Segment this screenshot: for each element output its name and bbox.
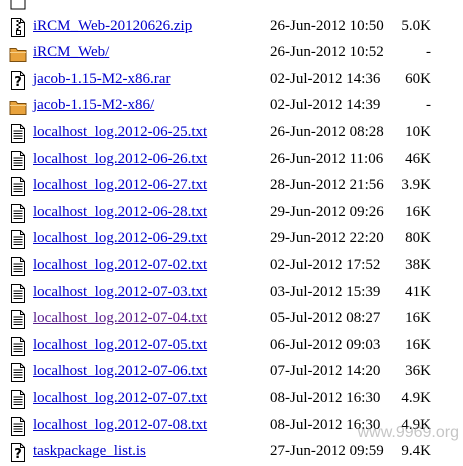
- text-file-icon: [9, 283, 27, 303]
- file-size: 4.9K: [401, 389, 431, 406]
- file-link[interactable]: localhost_log.2012-07-03.txt: [33, 284, 207, 301]
- text-file-icon: [9, 150, 27, 170]
- text-file-icon: [9, 336, 27, 356]
- file-row: ? jacob-1.15-M2-x86.rar 02-Jul-2012 14:36 6…: [0, 67, 463, 94]
- text-file-icon: [9, 230, 27, 250]
- file-date: 05-Jul-2012 08:27: [270, 310, 381, 327]
- file-listing: iRCM_Web-20120626.zip 26-Jun-2012 10:50 5.…: [0, 0, 463, 466]
- file-link[interactable]: iRCM_Web-20120626.zip: [33, 18, 192, 35]
- file-row: localhost_log.2012-07-04.txt 05-Jul-2012 …: [0, 306, 463, 333]
- file-row: localhost_log.2012-07-07.txt 08-Jul-2012 …: [0, 386, 463, 413]
- file-date: 06-Jul-2012 09:03: [270, 336, 381, 353]
- file-row: localhost_log.2012-07-02.txt 02-Jul-2012 …: [0, 253, 463, 280]
- file-row: localhost_log.2012-06-26.txt 26-Jun-2012 …: [0, 147, 463, 174]
- file-row: localhost_log.2012-07-08.txt 08-Jul-2012 …: [0, 413, 463, 440]
- svg-text:?: ?: [14, 75, 22, 90]
- file-date: 27-Jun-2012 09:59: [270, 443, 384, 460]
- file-row: localhost_log.2012-06-25.txt 26-Jun-2012 …: [0, 120, 463, 147]
- file-link[interactable]: localhost_log.2012-06-29.txt: [33, 230, 207, 247]
- compressed-file-icon: [9, 17, 27, 37]
- file-size: 3.9K: [401, 177, 431, 194]
- file-date: 26-Jun-2012 10:52: [270, 44, 384, 61]
- file-date: 08-Jul-2012 16:30: [270, 416, 381, 433]
- text-file-icon: [9, 310, 27, 330]
- file-link[interactable]: localhost_log.2012-06-28.txt: [33, 204, 207, 221]
- file-link[interactable]: localhost_log.2012-07-05.txt: [33, 337, 207, 354]
- file-date: 02-Jul-2012 14:39: [270, 97, 381, 114]
- file-link[interactable]: localhost_log.2012-07-08.txt: [33, 417, 207, 434]
- file-row: localhost_log.2012-07-06.txt 07-Jul-2012 …: [0, 359, 463, 386]
- file-link[interactable]: localhost_log.2012-06-25.txt: [33, 124, 207, 141]
- file-date: 29-Jun-2012 22:20: [270, 230, 384, 247]
- file-size: -: [426, 97, 431, 114]
- file-link[interactable]: localhost_log.2012-06-27.txt: [33, 177, 207, 194]
- file-size: 16K: [405, 203, 431, 220]
- file-link[interactable]: iRCM_Web/: [33, 44, 109, 61]
- text-file-icon: [9, 363, 27, 383]
- file-size: 46K: [405, 150, 431, 167]
- file-size: 10K: [405, 123, 431, 140]
- file-size: 16K: [405, 310, 431, 327]
- file-date: 07-Jul-2012 14:20: [270, 363, 381, 380]
- file-link[interactable]: localhost_log.2012-07-04.txt: [33, 310, 207, 327]
- file-date: 02-Jul-2012 17:52: [270, 256, 381, 273]
- file-link[interactable]: localhost_log.2012-07-02.txt: [33, 257, 207, 274]
- partial-row: [0, 0, 463, 14]
- file-row: localhost_log.2012-07-03.txt 03-Jul-2012 …: [0, 280, 463, 307]
- text-file-icon: [9, 256, 27, 276]
- file-size: 9.4K: [401, 443, 431, 460]
- file-date: 02-Jul-2012 14:36: [270, 70, 381, 87]
- file-row: localhost_log.2012-06-28.txt 29-Jun-2012 …: [0, 200, 463, 227]
- file-size: 16K: [405, 336, 431, 353]
- text-file-icon: [9, 203, 27, 223]
- file-link[interactable]: localhost_log.2012-07-06.txt: [33, 363, 207, 380]
- file-date: 29-Jun-2012 09:26: [270, 203, 384, 220]
- text-file-icon: [9, 416, 27, 436]
- file-size: 4.9K: [401, 416, 431, 433]
- file-size: 80K: [405, 230, 431, 247]
- file-date: 03-Jul-2012 15:39: [270, 283, 381, 300]
- file-link[interactable]: localhost_log.2012-07-07.txt: [33, 390, 207, 407]
- folder-icon: [9, 97, 27, 116]
- file-size: 5.0K: [401, 17, 431, 34]
- file-row: jacob-1.15-M2-x86/02-Jul-2012 14:39 -: [0, 93, 463, 120]
- file-link[interactable]: jacob-1.15-M2-x86.rar: [33, 71, 170, 88]
- file-date: 26-Jun-2012 10:50: [270, 17, 384, 34]
- file-date: 26-Jun-2012 11:06: [270, 150, 384, 167]
- file-link[interactable]: taskpackage_list.is: [33, 443, 146, 460]
- text-file-icon: [9, 177, 27, 197]
- unknown-file-icon: ?: [9, 443, 27, 463]
- file-row: localhost_log.2012-06-29.txt 29-Jun-2012 …: [0, 226, 463, 253]
- file-size: 41K: [405, 283, 431, 300]
- file-row: iRCM_Web/26-Jun-2012 10:52 -: [0, 40, 463, 67]
- file-size: 38K: [405, 256, 431, 273]
- svg-text:?: ?: [14, 447, 22, 462]
- file-date: 26-Jun-2012 08:28: [270, 123, 384, 140]
- file-date: 08-Jul-2012 16:30: [270, 389, 381, 406]
- file-date: 28-Jun-2012 21:56: [270, 177, 384, 194]
- file-row: ? taskpackage_list.is 27-Jun-2012 09:59 9.4…: [0, 439, 463, 466]
- file-row: localhost_log.2012-06-27.txt 28-Jun-2012 …: [0, 173, 463, 200]
- file-link[interactable]: jacob-1.15-M2-x86/: [33, 97, 154, 114]
- file-size: 36K: [405, 363, 431, 380]
- file-size: -: [426, 44, 431, 61]
- file-row: iRCM_Web-20120626.zip 26-Jun-2012 10:50 5.…: [0, 14, 463, 41]
- text-file-icon: [9, 0, 27, 10]
- file-link[interactable]: localhost_log.2012-06-26.txt: [33, 151, 207, 168]
- text-file-icon: [9, 389, 27, 409]
- text-file-icon: [9, 123, 27, 143]
- unknown-file-icon: ?: [9, 70, 27, 90]
- file-row: localhost_log.2012-07-05.txt 06-Jul-2012 …: [0, 333, 463, 360]
- folder-icon: [9, 44, 27, 63]
- file-size: 60K: [405, 70, 431, 87]
